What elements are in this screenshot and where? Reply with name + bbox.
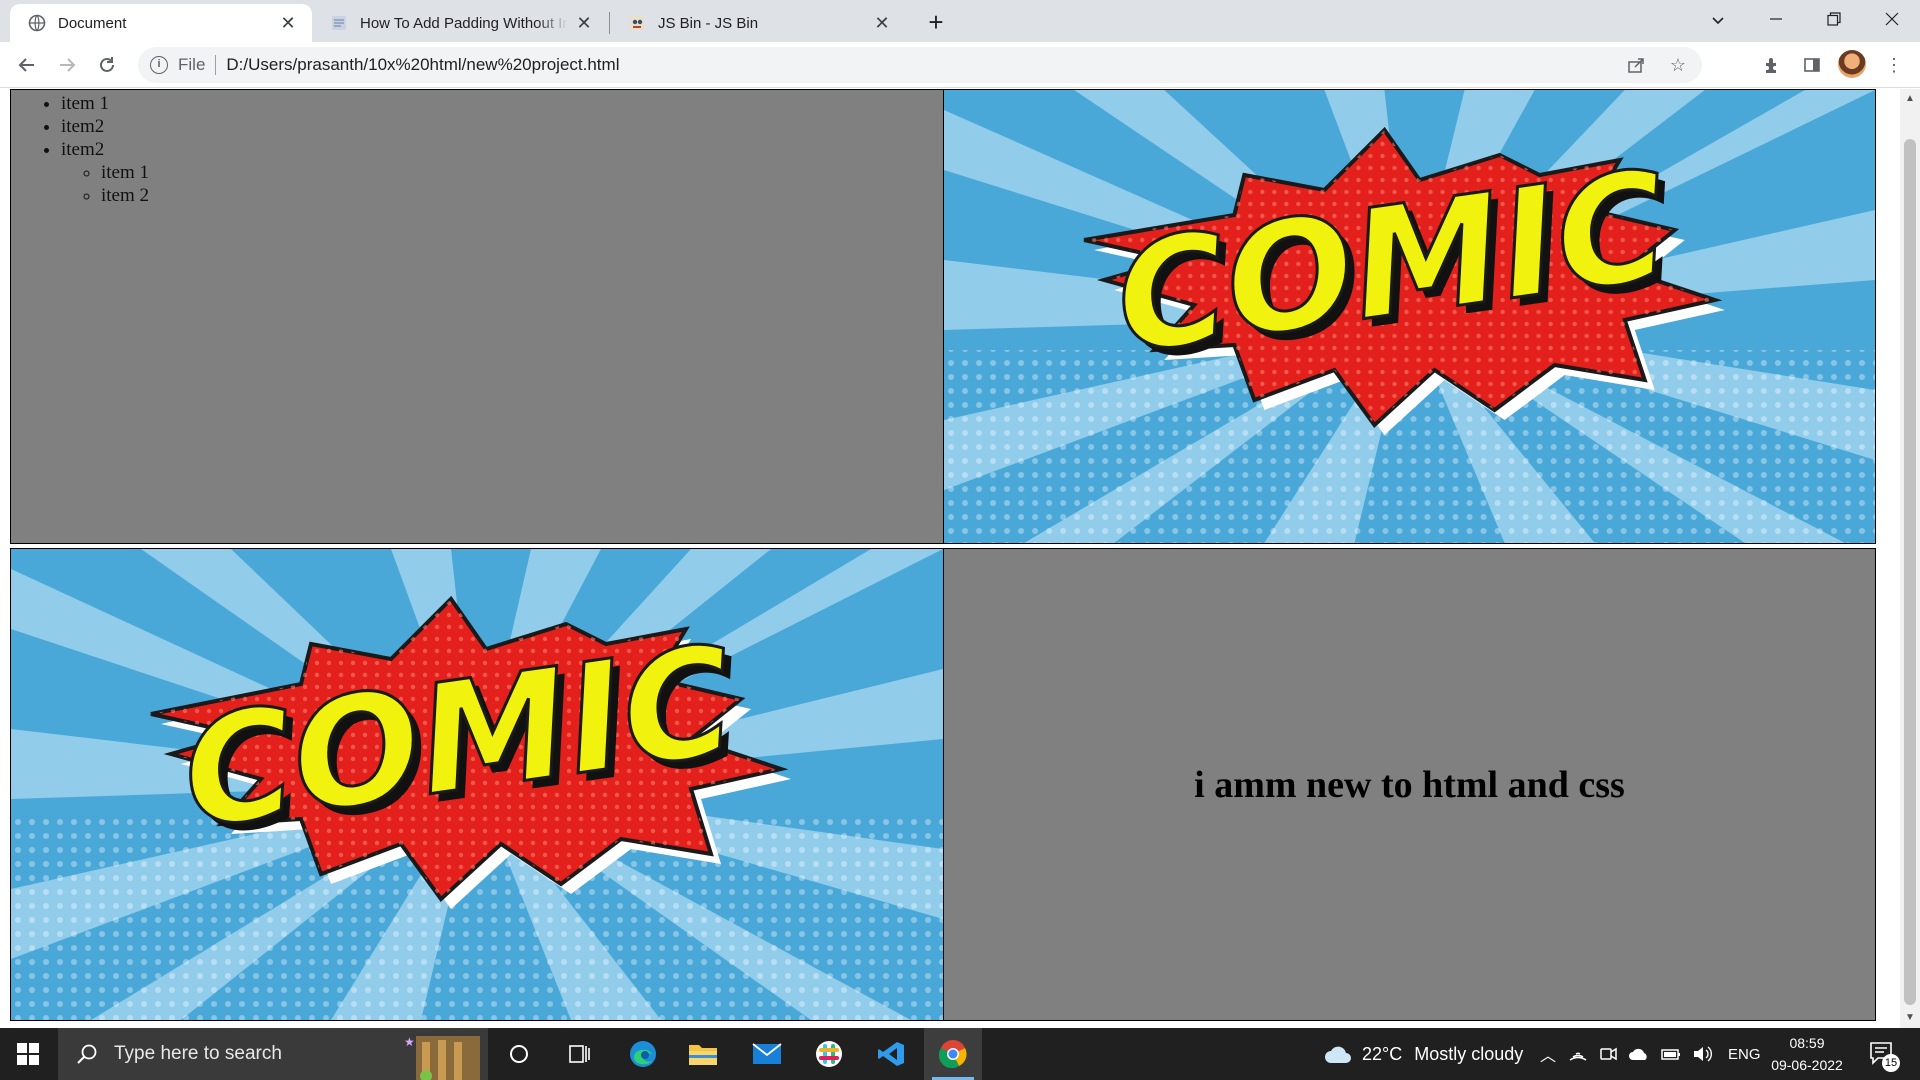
volume-icon[interactable] <box>1692 1044 1714 1064</box>
jsbin-icon <box>628 14 646 32</box>
list-cell: item 1 item2 item2 item 1 item 2 <box>10 89 944 544</box>
taskbar-search[interactable]: Type here to search ★ <box>58 1028 488 1080</box>
task-view-icon <box>569 1045 590 1063</box>
battery-icon[interactable] <box>1660 1044 1682 1064</box>
list-item: item 1 <box>61 92 943 115</box>
file-explorer-app[interactable] <box>674 1028 732 1080</box>
weather-temperature: 22°C <box>1362 1043 1403 1064</box>
search-placeholder: Type here to search <box>114 1043 282 1064</box>
back-button[interactable] <box>11 49 43 81</box>
language-indicator[interactable]: ENG <box>1728 1046 1761 1063</box>
chrome-icon <box>939 1040 967 1068</box>
close-window-button[interactable] <box>1864 0 1920 40</box>
heading-cell: i amm new to html and css <box>943 548 1876 1021</box>
cortana-button[interactable] <box>490 1028 548 1080</box>
reload-button[interactable] <box>91 49 123 81</box>
more-menu-icon[interactable]: ⋮ <box>1878 49 1910 81</box>
list-item: item2 <box>61 115 943 138</box>
onedrive-icon[interactable] <box>1628 1044 1650 1064</box>
new-tab-button[interactable]: + <box>920 7 952 39</box>
comic-image-bottom: COMIC COMIC <box>10 548 944 1021</box>
page-viewport: item 1 item2 item2 item 1 item 2 <box>0 89 1920 1028</box>
tab-search-icon[interactable] <box>1690 0 1746 40</box>
tab-document[interactable]: Document ✕ <box>10 4 312 42</box>
cloud-icon <box>1325 1046 1351 1063</box>
windows-icon <box>17 1043 39 1065</box>
globe-icon <box>28 14 46 32</box>
start-button[interactable] <box>0 1028 56 1080</box>
chevron-up-icon[interactable]: ︿ <box>1540 1042 1556 1066</box>
site-info-icon[interactable]: i <box>150 56 168 74</box>
tab-title: How To Add Padding Without Inc <box>360 14 568 32</box>
tab-title: JS Bin - JS Bin <box>658 14 759 32</box>
slack-app[interactable] <box>800 1028 858 1080</box>
mail-icon <box>752 1043 782 1064</box>
cortana-icon <box>510 1045 528 1063</box>
clock-date: 09-06-2022 <box>1771 1057 1843 1073</box>
system-tray: ︿ ENG <box>1540 1028 1761 1080</box>
windows-taskbar: Type here to search ★ 22°C Mostly cloudy… <box>0 1028 1920 1080</box>
vscode-icon <box>878 1042 904 1066</box>
close-tab-icon[interactable]: ✕ <box>574 13 594 33</box>
weather-widget[interactable]: 22°C Mostly cloudy <box>1324 1028 1523 1080</box>
clock[interactable]: 08:59 09-06-2022 <box>1762 1032 1852 1076</box>
weather-condition: Mostly cloudy <box>1414 1043 1524 1064</box>
clock-time: 08:59 <box>1789 1035 1825 1051</box>
task-view-button[interactable] <box>550 1028 608 1080</box>
extensions-icon[interactable] <box>1756 49 1788 81</box>
notification-count: 15 <box>1882 1054 1900 1072</box>
list-item-label: item2 <box>61 139 105 160</box>
list-item-parent: item2 item 1 item 2 <box>61 138 943 207</box>
profile-avatar[interactable] <box>1838 50 1866 78</box>
scroll-up-icon[interactable]: ▲ <box>1900 91 1920 107</box>
nested-list: item 1 item 2 <box>61 161 943 207</box>
address-bar[interactable]: i File D:/Users/prasanth/10x%20html/new%… <box>138 47 1702 83</box>
url-scheme: File <box>178 55 206 74</box>
comic-illustration: COMIC COMIC <box>11 549 943 1020</box>
tab-jsbin[interactable]: JS Bin - JS Bin ✕ <box>610 4 906 42</box>
meet-now-icon[interactable] <box>1598 1044 1618 1064</box>
share-icon[interactable] <box>1618 47 1654 83</box>
scroll-down-icon[interactable]: ▼ <box>1900 1010 1920 1026</box>
bookmark-star-icon[interactable]: ☆ <box>1660 47 1696 83</box>
edge-app[interactable] <box>614 1028 672 1080</box>
scroll-thumb[interactable] <box>1904 139 1916 1005</box>
notification-center-button[interactable]: 15 <box>1868 1040 1900 1072</box>
minimize-button[interactable] <box>1748 0 1804 40</box>
network-icon[interactable] <box>1568 1044 1588 1064</box>
page-heading: i amm new to html and css <box>1194 763 1625 806</box>
svg-text:★: ★ <box>404 1035 415 1049</box>
chrome-app[interactable] <box>924 1028 982 1080</box>
tab-padding-article[interactable]: How To Add Padding Without Inc ✕ <box>312 4 608 42</box>
comic-illustration: COMIC COMIC <box>944 90 1875 543</box>
tab-strip: Document ✕ How To Add Padding Without In… <box>0 0 1920 42</box>
search-highlight-icon: ★ <box>404 1035 480 1080</box>
page-favicon-icon <box>330 14 348 32</box>
page-scrollbar[interactable]: ▲ ▼ <box>1900 89 1920 1028</box>
slack-icon <box>816 1041 842 1067</box>
mail-app[interactable] <box>738 1028 796 1080</box>
nested-list-item: item 2 <box>101 184 943 207</box>
vscode-app[interactable] <box>862 1028 920 1080</box>
browser-toolbar: i File D:/Users/prasanth/10x%20html/new%… <box>0 42 1920 88</box>
url-text[interactable]: D:/Users/prasanth/10x%20html/new%20proje… <box>226 55 619 75</box>
comic-image-top: COMIC COMIC <box>943 89 1876 544</box>
tab-title: Document <box>58 14 127 32</box>
side-panel-icon[interactable] <box>1796 49 1828 81</box>
nested-list-item: item 1 <box>101 161 943 184</box>
edge-icon <box>630 1041 656 1067</box>
forward-button[interactable] <box>51 49 83 81</box>
url-divider <box>215 55 217 75</box>
restore-button[interactable] <box>1806 0 1862 40</box>
folder-icon <box>689 1045 717 1065</box>
search-icon <box>77 1044 97 1064</box>
bullet-list: item 1 item2 item2 item 1 item 2 <box>11 92 943 207</box>
close-tab-icon[interactable]: ✕ <box>872 13 892 33</box>
close-tab-icon[interactable]: ✕ <box>278 13 298 33</box>
